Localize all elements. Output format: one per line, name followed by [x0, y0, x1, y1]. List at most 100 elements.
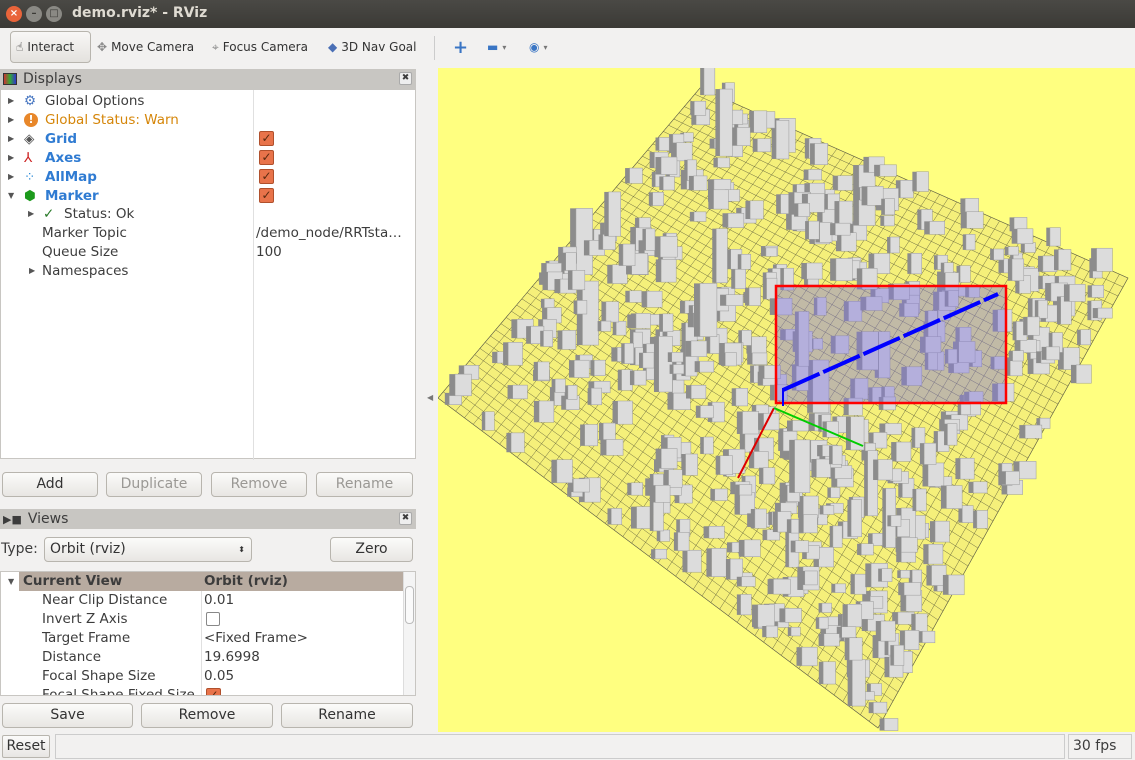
- obstacle-block: [741, 576, 756, 587]
- expand-arrow[interactable]: ▼: [8, 577, 14, 586]
- obstacle-side: [1087, 285, 1092, 298]
- obstacle-side: [805, 221, 809, 240]
- obstacle-block: [602, 422, 616, 441]
- obstacle-side: [642, 228, 646, 251]
- queue-size-row[interactable]: Queue Size 100: [1, 242, 415, 261]
- obstacle-block: [591, 387, 602, 406]
- obstacle-block: [884, 718, 899, 731]
- enabled-checkbox[interactable]: ✓: [259, 188, 274, 203]
- display-item-global-status-warn[interactable]: ▶! Global Status: Warn: [1, 110, 415, 129]
- minus-icon[interactable]: ▬ ▾: [482, 31, 511, 63]
- display-item-marker[interactable]: ▼ ⬢ Marker ✓: [1, 186, 415, 205]
- property-value[interactable]: 100: [256, 244, 282, 260]
- obstacle-block: [818, 547, 834, 568]
- view-property-row[interactable]: Distance 19.6998: [1, 648, 403, 667]
- current-view-header[interactable]: Current View Orbit (rviz): [19, 572, 403, 591]
- view-property-row[interactable]: Near Clip Distance 0.01: [1, 591, 403, 610]
- obstacle-block: [916, 171, 929, 192]
- collapsed-arrow-icon[interactable]: ▶: [8, 153, 14, 162]
- property-value[interactable]: 0.01: [204, 592, 234, 608]
- collapsed-arrow-icon[interactable]: ▶: [8, 96, 14, 105]
- scrollbar[interactable]: [403, 572, 415, 695]
- eye-icon[interactable]: ◉ ▾: [524, 31, 553, 63]
- obstacle-block: [676, 142, 693, 162]
- obstacle-side: [786, 519, 792, 534]
- minimize-button[interactable]: –: [26, 6, 42, 22]
- obstacle-block: [708, 526, 725, 539]
- rename-display-button[interactable]: Rename: [316, 472, 413, 497]
- zero-button[interactable]: Zero: [330, 537, 413, 562]
- display-item-grid[interactable]: ▶ ◈ Grid ✓: [1, 129, 415, 148]
- view-property-row[interactable]: Focal Shape Fixed Size ✓: [1, 686, 403, 695]
- property-value[interactable]: 0.05: [204, 668, 234, 684]
- collapsed-arrow-icon[interactable]: ▶: [8, 134, 14, 143]
- obstacle-block: [877, 459, 893, 481]
- display-item-allmap[interactable]: ▶ ⁘ AllMap ✓: [1, 167, 415, 186]
- obstacle-side: [884, 656, 890, 678]
- obstacle-side: [709, 138, 715, 149]
- display-item-axes[interactable]: ▶ ⅄ Axes ✓: [1, 148, 415, 167]
- scrollbar-thumb[interactable]: [405, 586, 414, 624]
- interact-tool[interactable]: ☝ Interact: [10, 31, 91, 63]
- rename-view-button[interactable]: Rename: [281, 703, 413, 728]
- maximize-button[interactable]: □: [46, 6, 62, 22]
- view-property-row[interactable]: Invert Z Axis: [1, 610, 403, 629]
- obstacle-block: [735, 388, 748, 407]
- obstacle-block: [700, 405, 714, 419]
- obstacle-side: [726, 542, 732, 553]
- remove-display-button[interactable]: Remove: [211, 472, 307, 497]
- close-window-button[interactable]: ×: [6, 6, 22, 22]
- view-type-select[interactable]: Orbit (rviz) ⬍: [44, 537, 252, 562]
- remove-view-button[interactable]: Remove: [141, 703, 273, 728]
- nav-goal-tool[interactable]: ◆ 3D Nav Goal: [323, 31, 422, 63]
- obstacle-block: [556, 459, 573, 484]
- property-value[interactable]: 19.6998: [204, 649, 260, 665]
- property-value[interactable]: /demo_node/RRTsta…: [256, 225, 402, 241]
- obstacle-block: [893, 644, 905, 666]
- display-item-global-options[interactable]: ▶ ⚙ Global Options: [1, 91, 415, 110]
- move-camera-tool[interactable]: ✥ Move Camera: [92, 31, 199, 63]
- obstacle-side: [861, 186, 868, 206]
- collapse-arrow-icon[interactable]: ◀: [427, 393, 433, 402]
- obstacle-block: [884, 198, 895, 216]
- enabled-checkbox[interactable]: ✓: [259, 150, 274, 165]
- enabled-checkbox[interactable]: ✓: [259, 131, 274, 146]
- collapsed-arrow-icon[interactable]: ▶: [8, 172, 14, 181]
- obstacle-side: [635, 217, 640, 228]
- close-icon[interactable]: ✖: [399, 72, 412, 85]
- namespaces-row[interactable]: ▶ Namespaces: [1, 261, 415, 280]
- obstacle-side: [503, 342, 509, 366]
- obstacle-side: [540, 330, 544, 347]
- obstacle-block: [610, 508, 623, 525]
- obstacle-side: [847, 499, 852, 537]
- reset-button[interactable]: Reset: [2, 735, 50, 758]
- obstacle-side: [673, 532, 678, 551]
- obstacle-side: [850, 574, 855, 595]
- expanded-arrow-icon[interactable]: ▼: [8, 191, 14, 200]
- obstacle-side: [725, 558, 731, 580]
- enabled-checkbox[interactable]: ✓: [259, 169, 274, 184]
- save-view-button[interactable]: Save: [2, 703, 133, 728]
- marker-status-row[interactable]: ▶ ✓ Status: Ok: [1, 204, 415, 223]
- type-label: Type:: [1, 541, 38, 557]
- obstacle-side: [873, 459, 879, 481]
- fixed-size-checkbox[interactable]: ✓: [206, 688, 221, 695]
- view-property-row[interactable]: Target Frame <Fixed Frame>: [1, 629, 403, 648]
- tool-label: Interact: [27, 40, 75, 54]
- obstacle-side: [887, 237, 891, 253]
- obstacle-block: [1024, 242, 1036, 253]
- add-button[interactable]: Add: [2, 472, 98, 497]
- invert-z-checkbox[interactable]: [206, 612, 220, 626]
- obstacle-block: [773, 578, 791, 595]
- collapsed-arrow-icon[interactable]: ▶: [8, 115, 14, 124]
- focus-camera-tool[interactable]: ⌖ Focus Camera: [207, 31, 313, 63]
- marker-topic-row[interactable]: Marker Topic/demo_node/RRTsta…: [1, 223, 415, 242]
- 3d-viewport[interactable]: [438, 68, 1135, 732]
- view-property-row[interactable]: Focal Shape Size 0.05: [1, 667, 403, 686]
- obstacle-block: [687, 549, 702, 573]
- close-icon[interactable]: ✖: [399, 512, 412, 525]
- spin-arrows-icon: ⬍: [238, 545, 245, 554]
- plus-icon[interactable]: +: [448, 31, 473, 63]
- duplicate-button[interactable]: Duplicate: [106, 472, 202, 497]
- property-value[interactable]: <Fixed Frame>: [204, 630, 308, 646]
